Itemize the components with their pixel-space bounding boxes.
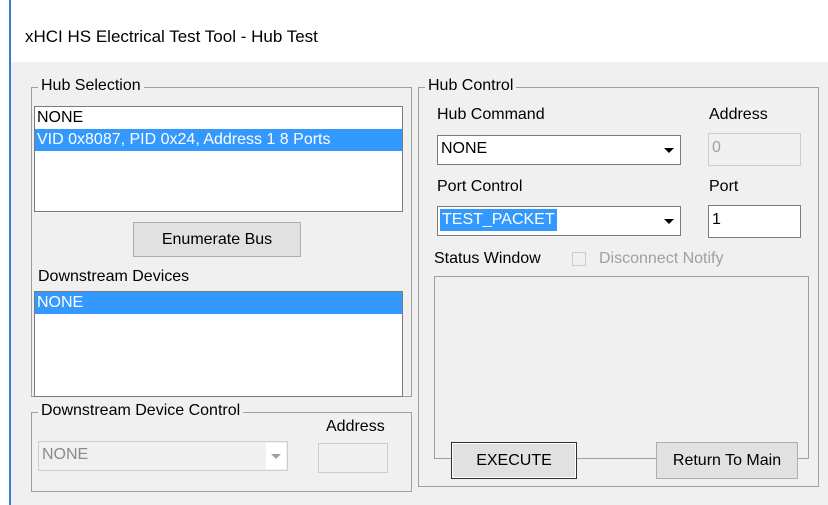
disconnect-notify-label: Disconnect Notify: [599, 250, 724, 267]
chevron-down-icon: [664, 218, 674, 224]
port-field[interactable]: 1: [708, 205, 801, 238]
combo-dropdown-button[interactable]: [659, 137, 679, 163]
hub-selection-legend: Hub Selection: [38, 77, 144, 95]
return-to-main-button[interactable]: Return To Main: [656, 442, 798, 479]
enumerate-bus-button[interactable]: Enumerate Bus: [133, 222, 301, 257]
status-window: [434, 276, 809, 459]
hub-command-combo-value: NONE: [441, 140, 488, 157]
hub-list-item-selected[interactable]: VID 0x8087, PID 0x24, Address 1 8 Ports: [35, 129, 402, 151]
hub-address-field[interactable]: 0: [708, 133, 801, 166]
combo-dropdown-button[interactable]: [266, 443, 286, 469]
downstream-devices-label: Downstream Devices: [38, 268, 190, 285]
downstream-device-control-group: Downstream Device Control Address NONE: [31, 402, 412, 492]
port-control-combo[interactable]: TEST_PACKET: [437, 206, 681, 236]
downstream-address-field[interactable]: [318, 443, 388, 473]
downstream-devices-list[interactable]: NONE: [34, 291, 403, 397]
chevron-down-icon: [664, 147, 674, 153]
title-bar: xHCI HS Electrical Test Tool - Hub Test: [11, 0, 828, 62]
hub-list[interactable]: NONE VID 0x8087, PID 0x24, Address 1 8 P…: [34, 106, 403, 212]
combo-dropdown-button[interactable]: [659, 208, 679, 234]
status-window-label: Status Window: [434, 250, 541, 267]
hub-selection-group: Hub Selection NONE VID 0x8087, PID 0x24,…: [31, 77, 412, 397]
hub-list-item[interactable]: NONE: [35, 107, 402, 129]
port-control-label: Port Control: [437, 178, 523, 195]
downstream-address-label: Address: [326, 418, 385, 435]
hub-command-combo[interactable]: NONE: [437, 135, 681, 165]
downstream-device-combo[interactable]: NONE: [38, 441, 288, 471]
hub-test-window: xHCI HS Electrical Test Tool - Hub Test …: [9, 0, 828, 505]
downstream-device-control-legend: Downstream Device Control: [38, 402, 244, 420]
hub-control-group: Hub Control Hub Command Address NONE 0 P…: [418, 77, 819, 487]
downstream-list-item-selected[interactable]: NONE: [35, 292, 402, 314]
chevron-down-icon: [271, 453, 281, 459]
hub-command-label: Hub Command: [437, 106, 545, 123]
hub-address-label: Address: [709, 106, 768, 123]
disconnect-notify-checkbox[interactable]: [572, 252, 586, 266]
hub-control-legend: Hub Control: [425, 77, 517, 95]
window-title: xHCI HS Electrical Test Tool - Hub Test: [25, 27, 318, 46]
execute-button[interactable]: EXECUTE: [451, 442, 577, 479]
downstream-device-combo-value: NONE: [42, 446, 89, 463]
port-label: Port: [709, 178, 739, 195]
port-control-combo-value: TEST_PACKET: [440, 209, 557, 231]
